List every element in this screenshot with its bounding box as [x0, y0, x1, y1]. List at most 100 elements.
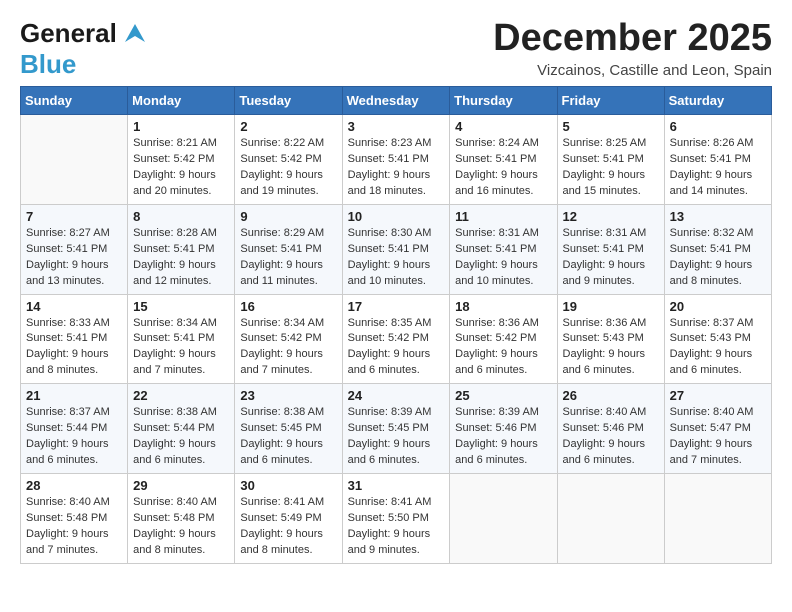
- table-cell: 23Sunrise: 8:38 AMSunset: 5:45 PMDayligh…: [235, 384, 342, 474]
- day-info: Sunrise: 8:40 AMSunset: 5:47 PMDaylight:…: [670, 405, 766, 469]
- table-cell: [450, 474, 557, 564]
- table-cell: 19Sunrise: 8:36 AMSunset: 5:43 PMDayligh…: [557, 294, 664, 384]
- day-number: 6: [670, 119, 766, 134]
- day-info: Sunrise: 8:29 AMSunset: 5:41 PMDaylight:…: [240, 226, 336, 290]
- day-number: 3: [348, 119, 445, 134]
- day-number: 26: [563, 388, 659, 403]
- table-cell: 24 Sunrise: 8:39 AMSunset: 5:45 PMDayligh…: [342, 384, 450, 474]
- col-wednesday: Wednesday: [342, 87, 450, 115]
- logo-general: General: [20, 18, 117, 49]
- table-cell: 21 Sunrise: 8:37 AMSunset: 5:44 PMDayligh…: [21, 384, 128, 474]
- day-info: Sunrise: 8:37 AMSunset: 5:43 PMDaylight:…: [670, 316, 766, 380]
- day-number: 21: [26, 388, 122, 403]
- table-cell: 5 Sunrise: 8:25 AMSunset: 5:41 PMDaylight…: [557, 115, 664, 205]
- day-number: 25: [455, 388, 551, 403]
- table-cell: 7 Sunrise: 8:27 AMSunset: 5:41 PMDaylight…: [21, 204, 128, 294]
- calendar-week-row: 21 Sunrise: 8:37 AMSunset: 5:44 PMDayligh…: [21, 384, 772, 474]
- table-cell: 26Sunrise: 8:40 AMSunset: 5:46 PMDayligh…: [557, 384, 664, 474]
- day-info: Sunrise: 8:41 AMSunset: 5:50 PMDaylight:…: [348, 495, 445, 559]
- table-cell: [664, 474, 771, 564]
- day-number: 1: [133, 119, 229, 134]
- day-info: Sunrise: 8:32 AMSunset: 5:41 PMDaylight:…: [670, 226, 766, 290]
- day-number: 4: [455, 119, 551, 134]
- day-number: 17: [348, 299, 445, 314]
- day-info: Sunrise: 8:22 AMSunset: 5:42 PMDaylight:…: [240, 136, 336, 200]
- day-info: Sunrise: 8:21 AMSunset: 5:42 PMDaylight:…: [133, 136, 229, 200]
- day-info: Sunrise: 8:39 AMSunset: 5:45 PMDaylight:…: [348, 405, 445, 469]
- day-number: 20: [670, 299, 766, 314]
- col-thursday: Thursday: [450, 87, 557, 115]
- table-cell: 14 Sunrise: 8:33 AMSunset: 5:41 PMDayligh…: [21, 294, 128, 384]
- day-info: Sunrise: 8:40 AMSunset: 5:48 PMDaylight:…: [26, 495, 122, 559]
- day-info: Sunrise: 8:28 AMSunset: 5:41 PMDaylight:…: [133, 226, 229, 290]
- day-info: Sunrise: 8:37 AMSunset: 5:44 PMDaylight:…: [26, 405, 122, 469]
- day-number: 7: [26, 209, 122, 224]
- calendar-table: Sunday Monday Tuesday Wednesday Thursday…: [20, 86, 772, 564]
- calendar-header-row: Sunday Monday Tuesday Wednesday Thursday…: [21, 87, 772, 115]
- table-cell: [557, 474, 664, 564]
- month-title: December 2025: [493, 18, 772, 60]
- day-number: 8: [133, 209, 229, 224]
- day-info: Sunrise: 8:25 AMSunset: 5:41 PMDaylight:…: [563, 136, 659, 200]
- table-cell: 3 Sunrise: 8:23 AMSunset: 5:41 PMDaylight…: [342, 115, 450, 205]
- day-info: Sunrise: 8:36 AMSunset: 5:42 PMDaylight:…: [455, 316, 551, 380]
- day-number: 9: [240, 209, 336, 224]
- table-cell: 9 Sunrise: 8:29 AMSunset: 5:41 PMDaylight…: [235, 204, 342, 294]
- day-info: Sunrise: 8:27 AMSunset: 5:41 PMDaylight:…: [26, 226, 122, 290]
- table-cell: 22 Sunrise: 8:38 AMSunset: 5:44 PMDayligh…: [128, 384, 235, 474]
- table-cell: 11 Sunrise: 8:31 AMSunset: 5:41 PMDayligh…: [450, 204, 557, 294]
- calendar-week-row: 7 Sunrise: 8:27 AMSunset: 5:41 PMDaylight…: [21, 204, 772, 294]
- day-number: 16: [240, 299, 336, 314]
- day-number: 13: [670, 209, 766, 224]
- location-subtitle: Vizcainos, Castille and Leon, Spain: [493, 62, 772, 79]
- table-cell: 17 Sunrise: 8:35 AMSunset: 5:42 PMDayligh…: [342, 294, 450, 384]
- calendar-week-row: 1 Sunrise: 8:21 AMSunset: 5:42 PMDaylight…: [21, 115, 772, 205]
- col-friday: Friday: [557, 87, 664, 115]
- logo-blue: Blue: [20, 49, 76, 79]
- calendar-week-row: 14 Sunrise: 8:33 AMSunset: 5:41 PMDayligh…: [21, 294, 772, 384]
- day-info: Sunrise: 8:31 AMSunset: 5:41 PMDaylight:…: [455, 226, 551, 290]
- day-number: 28: [26, 478, 122, 493]
- day-number: 30: [240, 478, 336, 493]
- day-info: Sunrise: 8:33 AMSunset: 5:41 PMDaylight:…: [26, 316, 122, 380]
- table-cell: 6Sunrise: 8:26 AMSunset: 5:41 PMDaylight…: [664, 115, 771, 205]
- day-info: Sunrise: 8:34 AMSunset: 5:42 PMDaylight:…: [240, 316, 336, 380]
- table-cell: 13 Sunrise: 8:32 AMSunset: 5:41 PMDayligh…: [664, 204, 771, 294]
- day-info: Sunrise: 8:31 AMSunset: 5:41 PMDaylight:…: [563, 226, 659, 290]
- table-cell: 25 Sunrise: 8:39 AMSunset: 5:46 PMDayligh…: [450, 384, 557, 474]
- day-number: 22: [133, 388, 229, 403]
- day-number: 11: [455, 209, 551, 224]
- day-info: Sunrise: 8:39 AMSunset: 5:46 PMDaylight:…: [455, 405, 551, 469]
- day-number: 27: [670, 388, 766, 403]
- col-saturday: Saturday: [664, 87, 771, 115]
- table-cell: 28 Sunrise: 8:40 AMSunset: 5:48 PMDayligh…: [21, 474, 128, 564]
- calendar-week-row: 28 Sunrise: 8:40 AMSunset: 5:48 PMDayligh…: [21, 474, 772, 564]
- table-cell: [21, 115, 128, 205]
- table-cell: 1 Sunrise: 8:21 AMSunset: 5:42 PMDaylight…: [128, 115, 235, 205]
- col-tuesday: Tuesday: [235, 87, 342, 115]
- table-cell: 30 Sunrise: 8:41 AMSunset: 5:49 PMDayligh…: [235, 474, 342, 564]
- day-info: Sunrise: 8:38 AMSunset: 5:44 PMDaylight:…: [133, 405, 229, 469]
- col-monday: Monday: [128, 87, 235, 115]
- day-number: 18: [455, 299, 551, 314]
- table-cell: 20 Sunrise: 8:37 AMSunset: 5:43 PMDayligh…: [664, 294, 771, 384]
- day-info: Sunrise: 8:35 AMSunset: 5:42 PMDaylight:…: [348, 316, 445, 380]
- header: General Blue December 2025 Vizcainos, Ca…: [20, 18, 772, 80]
- day-number: 14: [26, 299, 122, 314]
- table-cell: 29Sunrise: 8:40 AMSunset: 5:48 PMDayligh…: [128, 474, 235, 564]
- day-number: 5: [563, 119, 659, 134]
- col-sunday: Sunday: [21, 87, 128, 115]
- day-number: 19: [563, 299, 659, 314]
- title-block: December 2025 Vizcainos, Castille and Le…: [493, 18, 772, 79]
- table-cell: 8 Sunrise: 8:28 AMSunset: 5:41 PMDaylight…: [128, 204, 235, 294]
- day-info: Sunrise: 8:24 AMSunset: 5:41 PMDaylight:…: [455, 136, 551, 200]
- table-cell: 10Sunrise: 8:30 AMSunset: 5:41 PMDayligh…: [342, 204, 450, 294]
- day-info: Sunrise: 8:41 AMSunset: 5:49 PMDaylight:…: [240, 495, 336, 559]
- day-number: 10: [348, 209, 445, 224]
- table-cell: 15Sunrise: 8:34 AMSunset: 5:41 PMDayligh…: [128, 294, 235, 384]
- table-cell: 27 Sunrise: 8:40 AMSunset: 5:47 PMDayligh…: [664, 384, 771, 474]
- day-number: 24: [348, 388, 445, 403]
- day-info: Sunrise: 8:23 AMSunset: 5:41 PMDaylight:…: [348, 136, 445, 200]
- day-number: 15: [133, 299, 229, 314]
- day-number: 2: [240, 119, 336, 134]
